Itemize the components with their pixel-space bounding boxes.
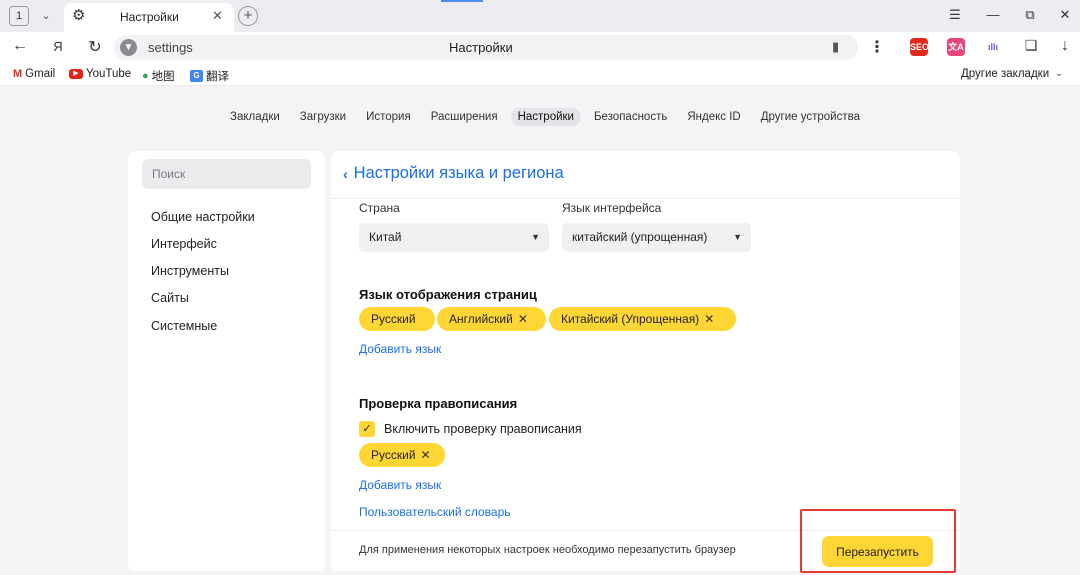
chip-label: Русский: [371, 448, 416, 462]
language-chip-english[interactable]: Английский ✕: [437, 307, 546, 331]
nav-bookmarks[interactable]: Закладки: [223, 108, 287, 126]
ui-language-select[interactable]: китайский (упрощенная) ▼: [562, 223, 751, 252]
user-dictionary-link[interactable]: Пользовательский словарь: [359, 505, 511, 519]
settings-nav: Закладки Загрузки История Расширения Нас…: [0, 106, 1080, 128]
country-select[interactable]: Китай ▼: [359, 223, 549, 252]
yandex-logo-icon[interactable]: Я: [47, 39, 69, 54]
bookmark-label: YouTube: [86, 68, 132, 80]
page-title: Настройки: [449, 40, 513, 55]
tab-strip-indicator: [441, 0, 483, 2]
seo-extension-icon[interactable]: SEO: [910, 38, 929, 56]
translate-icon: G: [190, 70, 203, 82]
checkmark-icon: ✓: [362, 423, 372, 435]
menu-icon[interactable]: ☰: [945, 7, 965, 23]
search-input[interactable]: [142, 159, 311, 189]
bookmark-label: 地图: [151, 71, 175, 83]
sidebar-item-tools[interactable]: Инструменты: [151, 264, 229, 278]
chevron-down-icon: ▼: [733, 232, 742, 242]
sidebar-item-system[interactable]: Системные: [151, 319, 217, 333]
panel-title: Настройки языка и региона: [353, 164, 564, 182]
reload-icon[interactable]: ↻: [84, 37, 106, 57]
bookmark-label: Gmail: [25, 68, 56, 80]
tab-title: Настройки: [120, 10, 179, 24]
spellcheck-chip-russian[interactable]: Русский ✕: [359, 443, 445, 467]
tab-strip: 1 ⌄ ⚙ Настройки ✕ + ☰ — ⧉ ✕: [0, 0, 1080, 32]
tab-settings[interactable]: ⚙ Настройки ✕: [64, 3, 234, 32]
chevron-down-icon: ▼: [531, 232, 540, 242]
omnibox[interactable]: ▼ settings Настройки ▮: [114, 35, 858, 60]
ui-language-label: Язык интерфейса: [562, 201, 662, 215]
chevron-down-icon[interactable]: ⌄: [36, 6, 56, 26]
collections-icon[interactable]: ❏: [1020, 37, 1042, 54]
nav-other-devices[interactable]: Другие устройства: [754, 108, 867, 126]
sidebar-item-interface[interactable]: Интерфейс: [151, 237, 217, 251]
display-language-title: Язык отображения страниц: [359, 287, 537, 302]
back-to-settings-link[interactable]: ‹ Настройки языка и региона: [343, 164, 564, 183]
window-close-icon[interactable]: ✕: [1055, 7, 1075, 23]
spellcheck-add-language-link[interactable]: Добавить язык: [359, 478, 441, 492]
divider: [331, 198, 960, 199]
gmail-icon: M: [13, 68, 23, 80]
gear-icon: ⚙: [72, 7, 86, 24]
close-icon[interactable]: ✕: [704, 312, 714, 326]
chip-label: Английский: [449, 312, 513, 326]
other-bookmarks[interactable]: Другие закладки: [961, 68, 1049, 80]
country-label: Страна: [359, 201, 400, 215]
restore-icon[interactable]: ⧉: [1020, 7, 1040, 23]
back-arrow-icon[interactable]: ←: [9, 37, 31, 55]
download-icon[interactable]: ↓: [1054, 37, 1076, 55]
nav-extensions[interactable]: Расширения: [424, 108, 505, 126]
nav-history[interactable]: История: [359, 108, 418, 126]
country-value: Китай: [369, 230, 402, 244]
minimize-icon[interactable]: —: [983, 7, 1003, 22]
bookmark-icon[interactable]: ▮: [832, 39, 839, 55]
chevron-down-icon[interactable]: ⌄: [1055, 68, 1063, 79]
nav-settings[interactable]: Настройки: [510, 108, 581, 126]
bookmark-youtube[interactable]: ▶ YouTube: [69, 68, 131, 80]
spellcheck-checkbox-label[interactable]: Включить проверку правописания: [384, 422, 582, 436]
maps-pin-icon: ●: [142, 70, 149, 82]
youtube-icon: ▶: [69, 69, 83, 79]
bookmark-maps[interactable]: ● 地图: [142, 68, 175, 84]
bookmarks-bar: M Gmail ▶ YouTube ● 地图 G 翻译 Другие закла…: [0, 63, 1080, 86]
sidebar-item-general[interactable]: Общие настройки: [151, 210, 255, 224]
ui-language-value: китайский (упрощенная): [572, 230, 708, 244]
bookmark-label: 翻译: [206, 71, 229, 83]
tab-counter-button[interactable]: 1: [9, 6, 29, 26]
restart-button[interactable]: Перезапустить: [822, 536, 933, 567]
new-tab-button[interactable]: +: [238, 6, 258, 26]
nav-yandex-id[interactable]: Яндекс ID: [680, 108, 747, 126]
settings-sidebar: Общие настройки Интерфейс Инструменты Са…: [128, 151, 325, 571]
more-menu-icon[interactable]: ⋮: [866, 37, 888, 57]
language-chip-chinese[interactable]: Китайский (Упрощенная) ✕: [549, 307, 736, 331]
sidebar-item-sites[interactable]: Сайты: [151, 291, 189, 305]
url-text[interactable]: settings: [148, 40, 193, 55]
chevron-left-icon: ‹: [343, 165, 348, 182]
site-settings-icon[interactable]: ▼: [120, 39, 137, 56]
chip-label: Китайский (Упрощенная): [561, 312, 700, 326]
divider: [331, 530, 960, 531]
language-settings-panel: ‹ Настройки языка и региона Страна Китай…: [331, 151, 960, 571]
close-icon[interactable]: ✕: [212, 8, 223, 24]
spellcheck-title: Проверка правописания: [359, 396, 518, 411]
add-language-link[interactable]: Добавить язык: [359, 342, 441, 356]
nav-downloads[interactable]: Загрузки: [293, 108, 353, 126]
nav-security[interactable]: Безопасность: [587, 108, 674, 126]
chip-label: Русский: [371, 312, 416, 326]
audio-extension-icon[interactable]: ıllı: [984, 38, 1002, 56]
close-icon[interactable]: ✕: [421, 448, 431, 462]
bookmark-gmail[interactable]: M Gmail: [13, 68, 55, 80]
bookmark-translate[interactable]: G 翻译: [190, 68, 229, 84]
translate-extension-icon[interactable]: 文A: [947, 38, 965, 56]
close-icon[interactable]: ✕: [518, 312, 528, 326]
restart-note: Для применения некоторых настроек необхо…: [359, 544, 736, 556]
language-chip-russian[interactable]: Русский: [359, 307, 435, 331]
address-bar: ← Я ↻ ▼ settings Настройки ▮ ⋮ SEO 文A ıl…: [0, 32, 1080, 63]
spellcheck-checkbox[interactable]: ✓: [359, 421, 375, 437]
